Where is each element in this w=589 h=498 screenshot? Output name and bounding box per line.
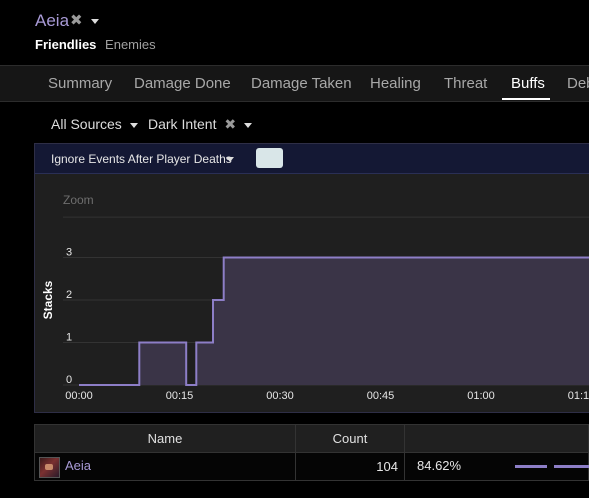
active-tab-indicator bbox=[502, 98, 550, 100]
x-tick-label: 01:00 bbox=[467, 390, 495, 402]
x-tick-label: 00:00 bbox=[65, 390, 93, 402]
caret-down-icon bbox=[129, 122, 138, 128]
x-tick-label: 00:45 bbox=[367, 390, 395, 402]
tab-damage-taken[interactable]: Damage Taken bbox=[251, 75, 352, 92]
y-ticks: 0 1 2 3 bbox=[66, 247, 72, 387]
caret-down-icon bbox=[244, 122, 252, 128]
ability-filter[interactable]: Dark Intent ✖ bbox=[148, 116, 252, 133]
tab-enemies[interactable]: Enemies bbox=[105, 37, 156, 52]
caret-down-icon[interactable] bbox=[226, 157, 234, 162]
name-column-header[interactable]: Name bbox=[34, 424, 296, 453]
uptime-bar bbox=[515, 465, 547, 468]
ignore-events-dropdown[interactable]: Ignore Events After Player Deaths bbox=[51, 152, 232, 166]
y-tick-label: 3 bbox=[66, 247, 72, 259]
buff-table: Name Count Aeia 104 84.62% bbox=[34, 424, 589, 481]
x-tick-label: 00:30 bbox=[266, 390, 294, 402]
series-area bbox=[79, 257, 589, 385]
x-tick-label: 00:15 bbox=[166, 390, 194, 402]
x-icon[interactable]: ✖ bbox=[224, 116, 236, 132]
tab-buffs[interactable]: Buffs bbox=[511, 75, 545, 92]
class-icon bbox=[39, 457, 60, 478]
x-ticks: 00:00 00:15 00:30 00:45 01:00 01:15 bbox=[65, 390, 589, 402]
count-column-header[interactable]: Count bbox=[295, 424, 405, 453]
tab-threat[interactable]: Threat bbox=[444, 75, 487, 92]
x-tick-label: 01:15 bbox=[568, 390, 589, 402]
tab-debuffs[interactable]: Deb bbox=[567, 75, 589, 92]
y-tick-label: 2 bbox=[66, 289, 72, 301]
y-tick-label: 0 bbox=[66, 374, 72, 386]
table-header: Name Count bbox=[34, 424, 589, 453]
toggle-switch[interactable] bbox=[256, 148, 283, 168]
buff-stacks-chart[interactable]: Zoom Stacks 0 1 2 3 00:00 00:15 00:30 00:45 01:… bbox=[35, 174, 589, 411]
y-axis-label: Stacks bbox=[41, 280, 55, 319]
tab-damage-done[interactable]: Damage Done bbox=[134, 75, 231, 92]
tab-friendlies[interactable]: Friendlies bbox=[35, 37, 96, 52]
caret-down-icon[interactable] bbox=[91, 19, 99, 24]
source-filter[interactable]: All Sources bbox=[51, 116, 138, 132]
source-filter-label: All Sources bbox=[51, 116, 122, 132]
count-cell: 104 bbox=[295, 452, 405, 481]
table-row[interactable]: Aeia 104 84.62% bbox=[34, 452, 589, 481]
zoom-label[interactable]: Zoom bbox=[63, 193, 94, 207]
report-tabs: Summary Damage Done Damage Taken Healing… bbox=[0, 65, 589, 102]
percent-cell: 84.62% bbox=[404, 452, 589, 481]
character-name[interactable]: Aeia bbox=[35, 11, 69, 31]
percent-value: 84.62% bbox=[417, 458, 462, 473]
uptime-bar bbox=[554, 465, 589, 468]
tab-healing[interactable]: Healing bbox=[370, 75, 421, 92]
player-name[interactable]: Aeia bbox=[65, 458, 91, 473]
y-tick-label: 1 bbox=[66, 332, 72, 344]
tab-summary[interactable]: Summary bbox=[48, 75, 112, 92]
remove-character-icon[interactable]: ✖ bbox=[70, 11, 83, 29]
percent-column-header bbox=[404, 424, 589, 453]
ability-filter-label: Dark Intent bbox=[148, 116, 217, 132]
view-tabs: Friendlies Enemies bbox=[35, 37, 161, 52]
name-cell: Aeia bbox=[34, 452, 296, 481]
